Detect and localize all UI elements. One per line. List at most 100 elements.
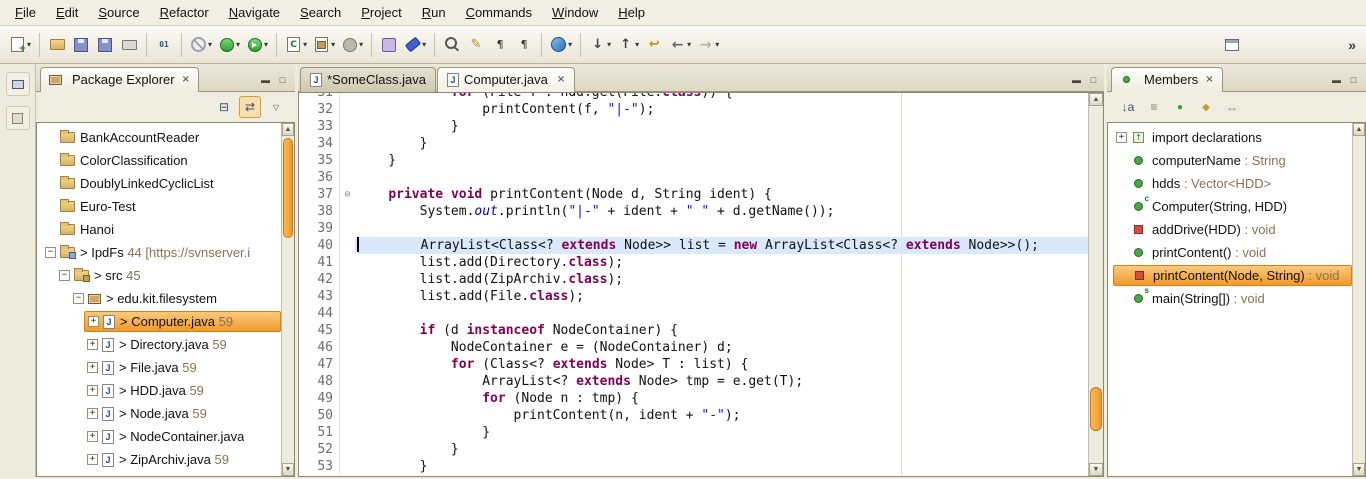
fast-view-button[interactable] (6, 106, 30, 130)
code-line-37[interactable]: 37⊖ private void printContent(Node d, St… (299, 186, 1088, 203)
menu-project[interactable]: Project (352, 2, 410, 23)
expand-expander-icon[interactable]: + (87, 362, 98, 373)
scroll-down-icon[interactable]: ▼ (1089, 463, 1103, 476)
minimize-icon[interactable]: ▬ (259, 75, 272, 85)
code-line-34[interactable]: 34 } (299, 135, 1088, 152)
close-icon[interactable]: × (1205, 74, 1213, 85)
code-line-52[interactable]: 52 } (299, 441, 1088, 458)
menu-edit[interactable]: Edit (47, 2, 87, 23)
members-scrollbar[interactable]: ▲ ▼ (1352, 123, 1365, 476)
menu-commands[interactable]: Commands (457, 2, 541, 23)
debug-button[interactable]: ▾ (215, 31, 243, 58)
members-tab[interactable]: Members × (1111, 67, 1223, 92)
editor-tab-computerjava[interactable]: Computer.java× (437, 67, 575, 92)
menu-search[interactable]: Search (291, 2, 350, 23)
minimize-icon[interactable]: ▬ (1070, 75, 1083, 85)
code-line-47[interactable]: 47 for (Class<? extends Node> T : list) … (299, 356, 1088, 373)
code-pane[interactable]: 31 for (File f : hdd.get(File.class)) {3… (299, 92, 1088, 475)
zoom-tool-button[interactable] (440, 31, 464, 58)
hide-static-button[interactable]: ◆ (1195, 96, 1217, 118)
code-line-32[interactable]: 32 printContent(f, "|-"); (299, 101, 1088, 118)
code-line-40[interactable]: 40 ArrayList<Class<? extends Node>> list… (299, 237, 1088, 254)
code-line-38[interactable]: 38 System.out.println("|-" + ident + " "… (299, 203, 1088, 220)
member-item[interactable]: smain(String[]) : void (1109, 287, 1352, 310)
tree-item[interactable]: +> ZipArchiv.java 59 (38, 448, 281, 471)
tree-item[interactable]: +> Node.java 59 (38, 402, 281, 425)
tree-item[interactable]: DoublyLinkedCyclicList (38, 172, 281, 195)
close-icon[interactable]: × (182, 74, 190, 85)
expand-expander-icon[interactable]: + (87, 454, 98, 465)
package-explorer-tab[interactable]: Package Explorer × (40, 67, 199, 92)
back-button[interactable]: ▾ (666, 31, 694, 58)
collapse-expander-icon[interactable]: − (73, 293, 84, 304)
scroll-up-icon[interactable]: ▲ (1089, 93, 1103, 106)
code-line-50[interactable]: 50 printContent(n, ident + "-"); (299, 407, 1088, 424)
next-annotation-button[interactable]: ▾ (586, 31, 614, 58)
member-item[interactable]: hdds : Vector<HDD> (1109, 172, 1352, 195)
code-line-46[interactable]: 46 NodeContainer e = (NodeContainer) d; (299, 339, 1088, 356)
tree-item[interactable]: −> edu.kit.filesystem (38, 287, 281, 310)
new-class-button[interactable]: ▾ (282, 31, 310, 58)
binary-view-button[interactable] (152, 31, 176, 58)
tree-item[interactable]: BankAccountReader (38, 126, 281, 149)
expand-expander-icon[interactable]: + (1116, 132, 1127, 143)
collapse-all-button[interactable]: ⊟ (213, 96, 235, 118)
member-item[interactable]: printContent() : void (1109, 241, 1352, 264)
minimize-icon[interactable]: ▬ (1330, 75, 1343, 85)
editor-tab-someclassjava[interactable]: *SomeClass.java (300, 67, 436, 92)
code-line-31[interactable]: 31 for (File f : hdd.get(File.class)) { (299, 92, 1088, 101)
restore-views-button[interactable] (6, 72, 30, 96)
link-with-editor-button[interactable]: ⇄ (239, 96, 261, 118)
scroll-down-icon[interactable]: ▼ (1353, 463, 1365, 476)
toolbar-overflow-chevron[interactable]: » (1348, 37, 1356, 53)
code-line-39[interactable]: 39 (299, 220, 1088, 237)
member-item[interactable]: +↑import declarations (1109, 126, 1352, 149)
expand-expander-icon[interactable]: + (87, 431, 98, 442)
tree-item[interactable]: +> Computer.java 59 (38, 310, 281, 333)
member-item[interactable]: addDrive(HDD) : void (1109, 218, 1352, 241)
menu-navigate[interactable]: Navigate (220, 2, 289, 23)
scroll-down-icon[interactable]: ▼ (282, 463, 294, 476)
maximize-icon[interactable]: □ (1087, 75, 1100, 85)
collapse-expander-icon[interactable]: − (59, 270, 70, 281)
scroll-up-icon[interactable]: ▲ (1353, 123, 1365, 136)
maximize-icon[interactable]: □ (1347, 75, 1360, 85)
export-jar-button[interactable] (377, 31, 401, 58)
new-package-button[interactable]: ▾ (310, 31, 338, 58)
expand-expander-icon[interactable]: + (87, 339, 98, 350)
tree-item[interactable]: +> HDD.java 59 (38, 379, 281, 402)
sort-button[interactable]: ↓a (1117, 96, 1139, 118)
maximize-icon[interactable]: □ (276, 75, 289, 85)
expand-expander-icon[interactable]: + (87, 385, 98, 396)
forward-button[interactable]: ▾ (694, 31, 722, 58)
last-edit-location-button[interactable] (642, 31, 666, 58)
menu-file[interactable]: File (6, 2, 45, 23)
collapse-expander-icon[interactable]: − (45, 247, 56, 258)
package-explorer-scrollbar[interactable]: ▲ ▼ (281, 123, 294, 476)
open-perspective-button[interactable] (1220, 31, 1244, 58)
mark-occurrences-button[interactable] (464, 31, 488, 58)
show-inherited-button[interactable]: ≡ (1143, 96, 1165, 118)
menu-refactor[interactable]: Refactor (151, 2, 218, 23)
menu-source[interactable]: Source (89, 2, 148, 23)
code-line-51[interactable]: 51 } (299, 424, 1088, 441)
fold-collapse-icon[interactable]: ⊖ (339, 186, 355, 203)
code-line-48[interactable]: 48 ArrayList<? extends Node> tmp = e.get… (299, 373, 1088, 390)
save-button[interactable] (69, 31, 93, 58)
run-button[interactable]: ▾ (243, 31, 271, 58)
tree-item[interactable]: Euro-Test (38, 195, 281, 218)
skip-breakpoints-button[interactable]: ▾ (187, 31, 215, 58)
member-item[interactable]: cComputer(String, HDD) (1109, 195, 1352, 218)
scroll-up-icon[interactable]: ▲ (282, 123, 294, 136)
code-line-41[interactable]: 41 list.add(Directory.class); (299, 254, 1088, 271)
tree-item[interactable]: +> File.java 59 (38, 356, 281, 379)
scrollbar-thumb[interactable] (1090, 387, 1102, 431)
view-menu-button[interactable]: ▽ (265, 96, 287, 118)
new-wizard-button[interactable]: ▾ (6, 31, 34, 58)
search-button[interactable]: ▾ (401, 31, 429, 58)
code-line-45[interactable]: 45 if (d instanceof NodeContainer) { (299, 322, 1088, 339)
tree-item[interactable]: +> NodeContainer.java (38, 425, 281, 448)
menu-help[interactable]: Help (609, 2, 654, 23)
menu-run[interactable]: Run (413, 2, 455, 23)
menu-window[interactable]: Window (543, 2, 607, 23)
